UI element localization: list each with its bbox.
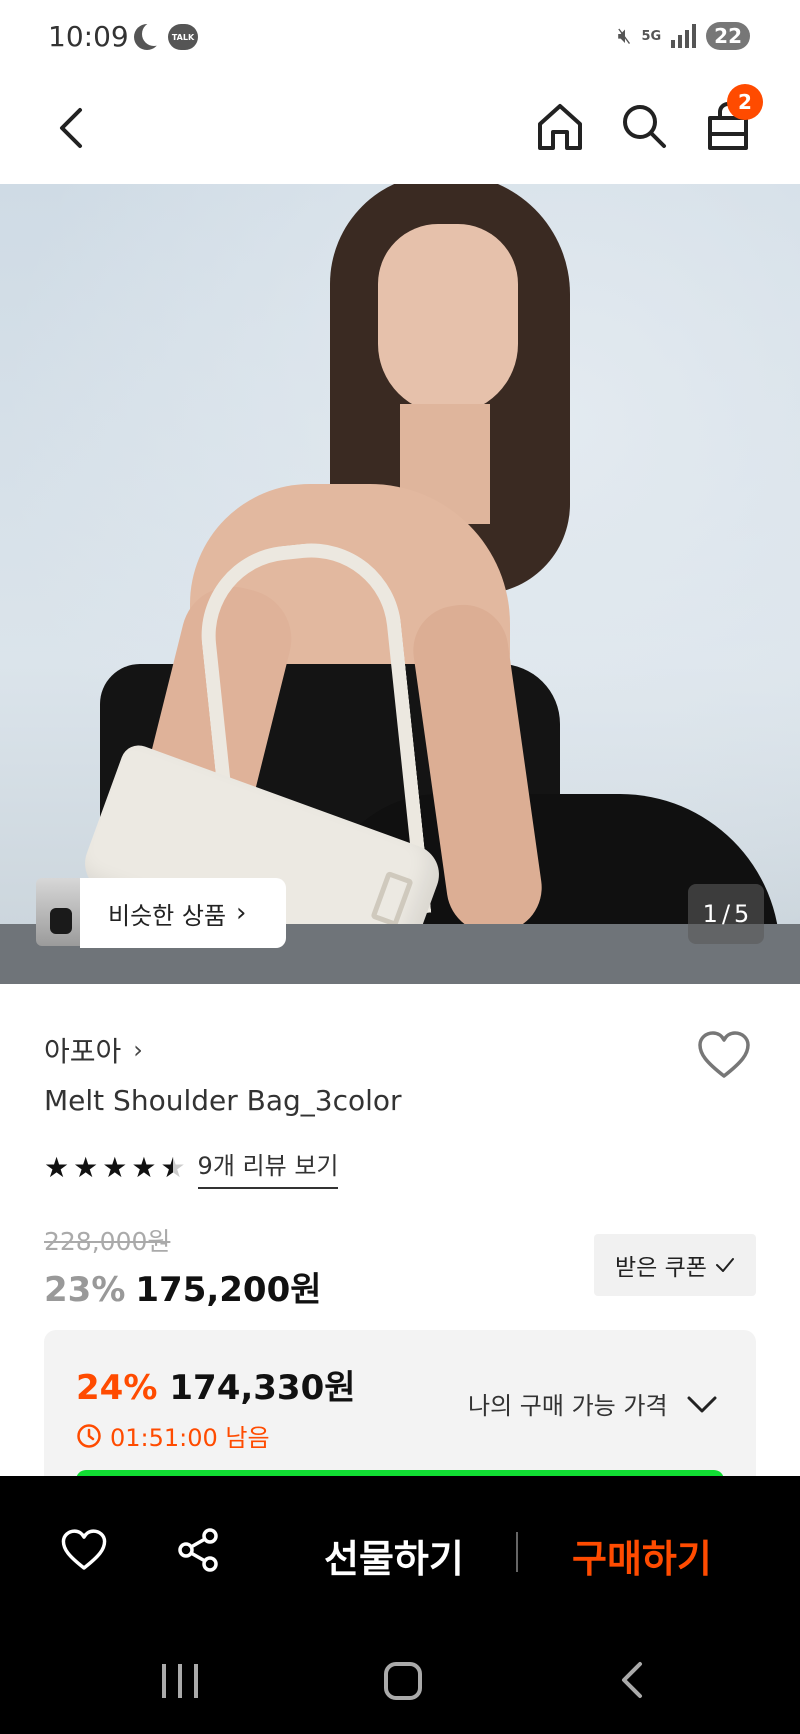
timer-text: 01:51:00 남음 (110, 1424, 270, 1452)
system-nav-bar (0, 1636, 800, 1734)
sale-price: 175,200원 (135, 1270, 322, 1310)
similar-products-label: 비슷한 상품 (108, 901, 227, 930)
home-icon (538, 104, 582, 150)
gift-button[interactable]: 선물하기 (324, 1528, 464, 1583)
price-row: 23% 175,200원 (44, 1262, 322, 1311)
my-price-toggle[interactable]: 나의 구매 가능 가격 (468, 1386, 718, 1421)
image-pager: 1 / 5 (688, 884, 764, 944)
back-icon (60, 108, 82, 148)
share-button[interactable] (174, 1526, 222, 1574)
moon-icon (134, 22, 166, 50)
similar-products-button[interactable]: 비슷한 상품 › (80, 878, 286, 948)
chevron-right-icon: › (133, 1036, 143, 1064)
heart-icon (61, 1529, 107, 1570)
mute-icon: 🔇︎ (617, 23, 632, 49)
home-circle-icon[interactable] (384, 1662, 422, 1700)
similar-product-thumbnail[interactable] (36, 878, 82, 946)
share-icon (178, 1528, 218, 1572)
home-button[interactable] (534, 98, 586, 154)
kakaotalk-icon: TALK (168, 24, 198, 50)
recent-apps-icon[interactable] (162, 1664, 198, 1698)
back-icon (622, 1662, 642, 1698)
wishlist-bottom-button[interactable] (60, 1528, 108, 1572)
pager-current: 1 (702, 900, 718, 928)
my-price: 174,330원 (169, 1368, 356, 1408)
signal-icon (671, 24, 697, 48)
chevron-down-icon (687, 1396, 717, 1412)
5g-icon: 5G (641, 28, 662, 44)
status-time: 10:09 (48, 20, 129, 53)
timer-row: 01:51:00 남음 (76, 1418, 270, 1453)
chevron-right-icon: › (236, 898, 247, 928)
system-back-button[interactable] (612, 1660, 652, 1700)
coupon-label: 받은 쿠폰 (615, 1255, 707, 1281)
status-right-icons: 🔇︎ 5G 22 (618, 22, 750, 50)
pager-separator: / (721, 900, 731, 928)
star-icon: ★ (102, 1150, 128, 1184)
search-button[interactable] (618, 98, 670, 154)
received-coupon-button[interactable]: 받은 쿠폰 (594, 1234, 756, 1296)
half-star-icon: ★ (160, 1153, 185, 1182)
wishlist-button[interactable] (696, 1030, 752, 1080)
rating-row: ★ ★ ★ ★ ★ 9개 리뷰 보기 (44, 1146, 339, 1189)
my-price-label: 나의 구매 가능 가격 (468, 1392, 668, 1420)
search-icon (623, 105, 666, 148)
discount-rate: 23% (44, 1270, 126, 1310)
top-nav (0, 78, 800, 184)
product-image[interactable] (0, 184, 800, 984)
star-icon: ★ (73, 1150, 99, 1184)
brand-name: 아포아 (44, 1035, 122, 1068)
status-left-icons: TALK (134, 22, 198, 50)
rating-stars: ★ ★ ★ ★ ★ (44, 1150, 186, 1184)
back-button[interactable] (48, 100, 92, 156)
cart-count-badge: 2 (727, 84, 763, 120)
star-icon: ★ (131, 1150, 157, 1184)
clock-icon (77, 1423, 101, 1448)
star-icon: ★ (44, 1150, 70, 1184)
battery-icon: 22 (706, 22, 750, 50)
heart-icon (698, 1031, 750, 1078)
product-detail-page: 10:09 TALK 🔇︎ 5G 22 2 비슷한 상품 › 1 / 5 아포아… (0, 0, 800, 1734)
buy-button[interactable]: 구매하기 (572, 1528, 712, 1583)
review-link[interactable]: 9개 리뷰 보기 (197, 1146, 339, 1189)
pager-total: 5 (734, 900, 750, 928)
my-discount-rate: 24% (76, 1368, 158, 1408)
model-face (378, 224, 518, 414)
status-bar: 10:09 TALK 🔇︎ 5G 22 (0, 0, 800, 78)
check-icon (715, 1258, 734, 1272)
my-price-row: 24% 174,330원 (76, 1360, 356, 1409)
bottom-action-bar: 선물하기 구매하기 (0, 1476, 800, 1734)
action-divider (516, 1532, 518, 1572)
brand-link[interactable]: 아포아 › (44, 1030, 143, 1070)
product-name: Melt Shoulder Bag_3color (44, 1084, 402, 1117)
original-price: 228,000원 (44, 1227, 171, 1256)
